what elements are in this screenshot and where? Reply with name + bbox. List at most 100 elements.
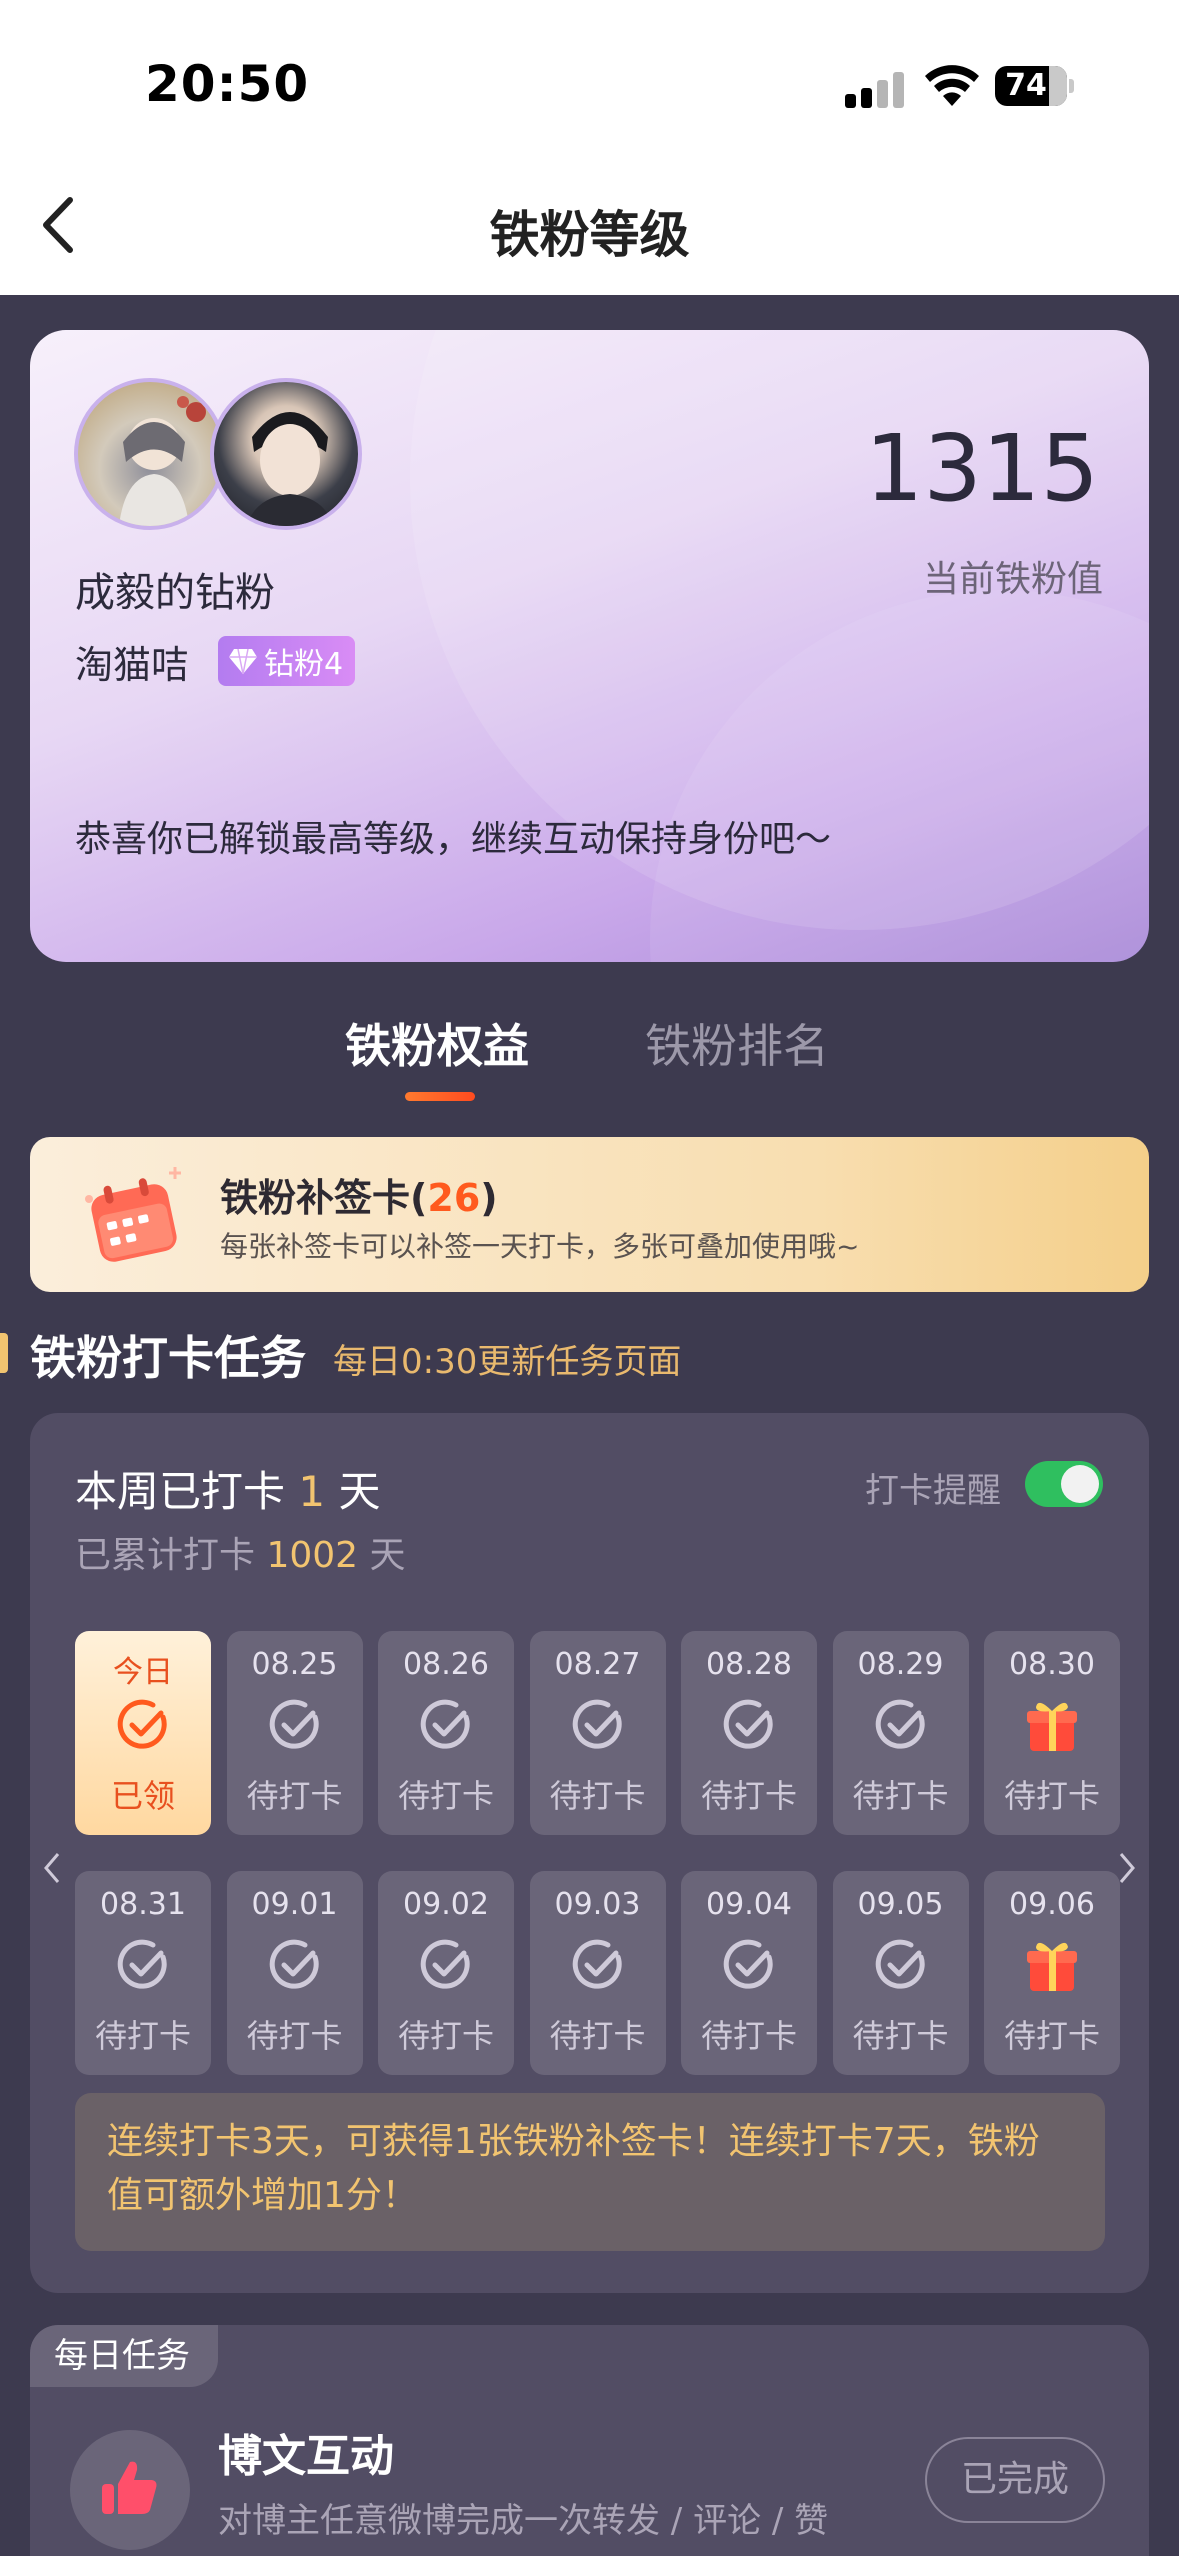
status-bar: 20:50 74 [0, 0, 1179, 170]
thumbs-up-icon [70, 2430, 190, 2550]
checkin-day-date: 08.26 [403, 1647, 489, 1682]
checkin-day-status: 已领 [110, 1777, 175, 1815]
level-badge-label: 钻粉4 [264, 647, 344, 682]
makeup-card-banner[interactable]: 铁粉补签卡(26) 每张补签卡可以补签一天打卡，多张可叠加使用哦~ [30, 1137, 1149, 1292]
chevron-left-icon[interactable] [42, 1850, 62, 1886]
checkin-day[interactable]: 08.27 待打卡 [529, 1631, 666, 1835]
makeup-card-count: 26 [427, 1176, 481, 1220]
checkin-day[interactable]: 08.29 待打卡 [832, 1631, 969, 1835]
daily-task-card: 每日任务 博文互动 对博主任意微博完成一次转发 / 评论 / 赞 已完成 [30, 2325, 1149, 2556]
checkin-day-status: 待打卡 [246, 1777, 343, 1815]
checkin-day-status: 待打卡 [246, 2017, 343, 2055]
task-completed-button[interactable]: 已完成 [925, 2437, 1105, 2523]
checkin-day-date: 09.04 [706, 1887, 792, 1922]
checkin-day-status: 待打卡 [1003, 2017, 1100, 2055]
checkin-day-status: 待打卡 [94, 2017, 191, 2055]
check-icon [269, 1939, 319, 1989]
checkin-day-date: 今日 [113, 1655, 173, 1690]
checkin-section-subtitle: 每日0:30更新任务页面 [333, 1342, 682, 1382]
checkin-day[interactable]: 09.01 待打卡 [226, 1871, 363, 2075]
checkin-day[interactable]: 08.25 待打卡 [226, 1631, 363, 1835]
makeup-card-title: 铁粉补签卡(26) [220, 1176, 498, 1220]
check-icon [572, 1699, 622, 1749]
checkin-day-status: 待打卡 [852, 2017, 949, 2055]
checkin-day[interactable]: 09.02 待打卡 [378, 1871, 514, 2075]
checkin-day-date: 09.06 [1009, 1887, 1095, 1922]
check-icon [572, 1939, 622, 1989]
tab-fan-ranking[interactable]: 铁粉排名 [645, 1010, 829, 1076]
checkin-day[interactable]: 08.26 待打卡 [378, 1631, 514, 1835]
status-time: 20:50 [145, 55, 310, 113]
check-icon [269, 1699, 319, 1749]
checkin-day[interactable]: 09.05 待打卡 [832, 1871, 969, 2075]
checkin-day-date: 09.03 [554, 1887, 641, 1922]
checkin-day[interactable]: 今日 已领 [75, 1631, 211, 1835]
task-title: 博文互动 [218, 2431, 394, 2482]
check-icon [420, 1939, 470, 1989]
checkin-day-status: 待打卡 [397, 2017, 494, 2055]
checkin-calendar: 今日 已领 08.25 待打卡 08.26 待打卡 08.27 待打卡 08.28 待打卡 08.2… [75, 1631, 1120, 2075]
diamond-icon [229, 648, 257, 675]
fan-level-card: 1315 当前铁粉值 成毅的钻粉 淘猫咭 钻粉4 恭喜你已解锁最高等级，继续互动… [30, 330, 1149, 962]
level-badge: 钻粉4 [218, 636, 356, 686]
battery-level: 74 [1005, 68, 1047, 103]
battery-icon: 74 [995, 66, 1075, 106]
check-icon [420, 1699, 470, 1749]
checkin-day[interactable]: 08.28 待打卡 [681, 1631, 817, 1835]
check-icon [117, 1939, 167, 1989]
checkin-day-date: 09.01 [251, 1887, 338, 1922]
checkin-day[interactable]: 09.04 待打卡 [681, 1871, 817, 2075]
section-marker [0, 1333, 8, 1373]
daily-task-tag: 每日任务 [30, 2325, 218, 2387]
checkin-day[interactable]: 09.03 待打卡 [529, 1871, 666, 2075]
level-message: 恭喜你已解锁最高等级，继续互动保持身份吧～ [75, 819, 832, 860]
check-icon [875, 1699, 925, 1749]
fan-level-title: 成毅的钻粉 [75, 570, 275, 616]
cellular-signal-icon [845, 68, 905, 108]
checkin-day-status: 待打卡 [700, 2017, 797, 2055]
checkin-day-status: 待打卡 [700, 1777, 797, 1815]
fan-avatar[interactable] [74, 378, 226, 530]
checkin-day-date: 09.02 [403, 1887, 489, 1922]
idol-avatar[interactable] [210, 378, 362, 530]
nav-bar: 铁粉等级 [0, 170, 1179, 295]
checkin-day-date: 08.31 [100, 1887, 186, 1922]
check-icon [723, 1699, 773, 1749]
fan-score-value: 1315 [864, 415, 1099, 522]
active-tab-indicator [405, 1092, 475, 1101]
gift-icon [1027, 1702, 1077, 1751]
checkin-day-date: 09.05 [857, 1887, 944, 1922]
checkin-tip: 连续打卡3天，可获得1张铁粉补签卡！连续打卡7天，铁粉值可额外增加1分！ [75, 2093, 1105, 2251]
page-title: 铁粉等级 [489, 206, 690, 264]
checkin-day-status: 待打卡 [1003, 1777, 1100, 1815]
weekly-checkin-count: 本周已打卡 1 天 [75, 1467, 381, 1516]
check-icon [723, 1939, 773, 1989]
makeup-card-subtitle: 每张补签卡可以补签一天打卡，多张可叠加使用哦~ [220, 1230, 860, 1263]
calendar-icon [85, 1167, 181, 1262]
checkin-day-date: 08.25 [251, 1647, 338, 1682]
checkin-day-status: 待打卡 [852, 1777, 949, 1815]
checkin-section-title: 铁粉打卡任务 [30, 1331, 306, 1385]
chevron-right-icon[interactable] [1117, 1850, 1137, 1886]
fan-score-label: 当前铁粉值 [922, 559, 1103, 600]
reminder-toggle[interactable] [1025, 1461, 1103, 1507]
checkin-day-date: 08.27 [554, 1647, 641, 1682]
checkin-day-status: 待打卡 [549, 1777, 646, 1815]
checkin-day-status: 待打卡 [397, 1777, 494, 1815]
tab-bar: 铁粉权益 铁粉排名 [0, 1000, 1179, 1110]
checkin-day[interactable]: 09.06 待打卡 [984, 1871, 1120, 2075]
tab-fan-benefits[interactable]: 铁粉权益 [345, 1010, 529, 1076]
reminder-label: 打卡提醒 [865, 1471, 1001, 1511]
gift-icon [1027, 1942, 1077, 1991]
checkin-card: 本周已打卡 1 天 已累计打卡 1002 天 打卡提醒 今日已领 08.25 待打卡… [30, 1413, 1149, 2293]
checkin-day[interactable]: 08.31 待打卡 [75, 1871, 211, 2075]
checkin-day-status: 待打卡 [549, 2017, 646, 2055]
check-icon [875, 1939, 925, 1989]
checkin-day-date: 08.29 [857, 1647, 944, 1682]
check-icon [117, 1699, 167, 1749]
task-description: 对博主任意微博完成一次转发 / 评论 / 赞 [218, 2501, 829, 2541]
checkin-day[interactable]: 08.30 待打卡 [984, 1631, 1120, 1835]
wifi-icon [925, 65, 979, 106]
total-checkin-count: 已累计打卡 1002 天 [75, 1535, 406, 1576]
checkin-day-date: 08.28 [706, 1647, 792, 1682]
